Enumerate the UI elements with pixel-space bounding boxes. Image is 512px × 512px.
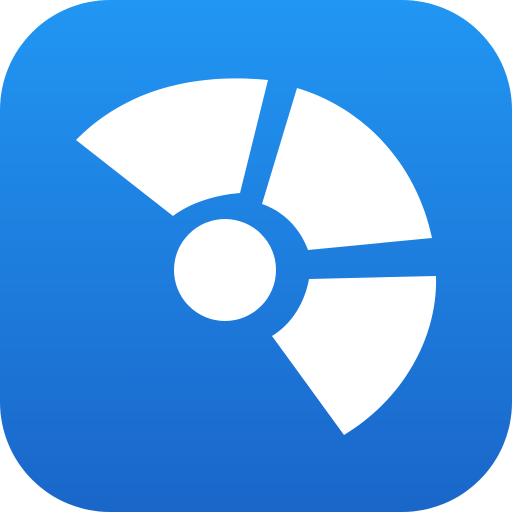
app-icon-canvas bbox=[0, 0, 512, 512]
app-icon[interactable] bbox=[0, 0, 512, 512]
center-hub bbox=[174, 219, 276, 321]
